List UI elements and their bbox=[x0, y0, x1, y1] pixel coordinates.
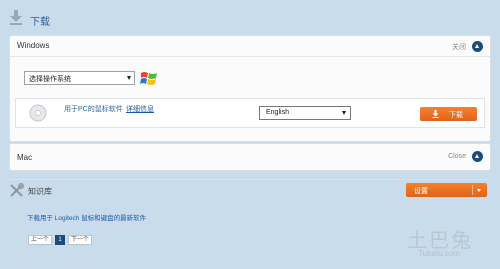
downloads-header: 下载 bbox=[0, 0, 500, 35]
os-select-value: 选择操作系统 bbox=[29, 76, 71, 83]
knowledge-base-title: 知识库 bbox=[28, 187, 52, 196]
tools-icon bbox=[9, 183, 24, 203]
windows-logo-icon bbox=[140, 70, 158, 93]
download-button-label: 下载 bbox=[449, 112, 463, 119]
chevron-down-icon bbox=[477, 189, 481, 192]
disc-icon bbox=[29, 104, 47, 127]
page-title: 下载 bbox=[30, 17, 50, 28]
windows-panel-title: Windows bbox=[17, 41, 50, 50]
download-icon bbox=[9, 9, 23, 30]
chevron-down-icon bbox=[127, 76, 131, 80]
software-label: 用于PC的鼠标软件 bbox=[64, 106, 123, 113]
settings-button[interactable]: 设置 bbox=[406, 183, 487, 197]
details-link[interactable]: 详细信息 bbox=[126, 104, 154, 114]
windows-panel: Windows 关闭 选择操作系统 用于PC的鼠标软件 详细信息 English bbox=[9, 35, 491, 142]
pagination-prev[interactable]: 上一个 bbox=[28, 235, 52, 245]
collapse-icon[interactable] bbox=[472, 41, 483, 52]
watermark-url: Tubatu.com bbox=[418, 249, 460, 258]
os-select[interactable]: 选择操作系统 bbox=[24, 71, 135, 85]
mac-close-label[interactable]: Close bbox=[448, 153, 466, 160]
settings-button-label: 设置 bbox=[414, 188, 428, 195]
collapse-icon[interactable] bbox=[472, 151, 483, 162]
mac-panel: Mac Close bbox=[9, 143, 491, 171]
button-divider bbox=[472, 185, 473, 195]
windows-close-label[interactable]: 关闭 bbox=[452, 42, 466, 52]
mac-panel-header[interactable]: Mac Close bbox=[10, 144, 490, 170]
language-select-value: English bbox=[266, 109, 289, 116]
pagination-page[interactable]: 1 bbox=[55, 235, 65, 245]
download-button[interactable]: 下载 bbox=[420, 107, 477, 121]
download-icon bbox=[432, 110, 439, 120]
windows-panel-header[interactable]: Windows 关闭 bbox=[10, 36, 490, 57]
software-download-link[interactable]: 下载用于 Logitech 鼠标和键盘的最新软件 bbox=[27, 212, 146, 222]
section-divider bbox=[9, 179, 491, 180]
mac-panel-title: Mac bbox=[17, 153, 33, 162]
language-select[interactable]: English bbox=[259, 106, 351, 120]
pagination-next[interactable]: 下一个 bbox=[68, 235, 92, 245]
software-row: 用于PC的鼠标软件 详细信息 English 下载 bbox=[15, 98, 485, 128]
chevron-down-icon bbox=[342, 111, 346, 115]
